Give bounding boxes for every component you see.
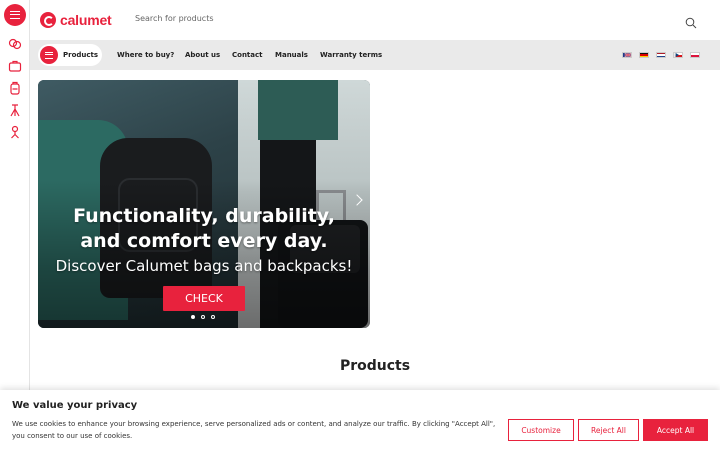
flag-netherlands-icon[interactable] (656, 52, 666, 58)
hamburger-icon (40, 46, 58, 64)
side-rail (0, 0, 30, 450)
language-switcher (622, 52, 700, 58)
accept-all-button[interactable]: Accept All (643, 419, 708, 441)
nav-contact[interactable]: Contact (232, 51, 263, 59)
hero-headline-line-1: Functionality, durability, (73, 205, 335, 227)
cookie-title: We value your privacy (12, 400, 138, 411)
cookie-consent-banner: We value your privacy We use cookies to … (0, 390, 720, 450)
hamburger-icon[interactable] (4, 4, 26, 26)
flag-uk-icon[interactable] (622, 52, 632, 58)
products-section-title: Products (339, 358, 411, 374)
search-icon[interactable] (685, 14, 697, 29)
light-stand-icon[interactable] (8, 124, 22, 139)
products-menu-button[interactable]: Products (38, 44, 102, 66)
header: calumet Search for products (30, 0, 720, 40)
nav-manuals[interactable]: Manuals (275, 51, 308, 59)
products-menu-label: Products (63, 51, 99, 59)
hero-check-button[interactable]: CHECK (163, 286, 245, 311)
hero-headline-line-2: and comfort every day. (80, 230, 328, 252)
hero-subline: Discover Calumet bags and backpacks! (55, 257, 353, 275)
reject-all-button[interactable]: Reject All (578, 419, 639, 441)
flag-poland-icon[interactable] (690, 52, 700, 58)
carousel-dot-3[interactable] (211, 315, 215, 319)
flag-czech-icon[interactable] (673, 52, 683, 58)
nav-about-us[interactable]: About us (185, 51, 220, 59)
calumet-logo[interactable]: calumet (40, 10, 112, 30)
carousel-dots (191, 315, 215, 319)
carousel-dot-2[interactable] (201, 315, 205, 319)
briefcase-icon[interactable] (8, 58, 22, 72)
cookie-text: We use cookies to enhance your browsing … (12, 420, 496, 440)
logo-mark-icon (40, 12, 56, 28)
search-input[interactable]: Search for products (135, 14, 214, 23)
nav-where-to-buy[interactable]: Where to buy? (117, 51, 174, 59)
main-nav: Products Where to buy? About us Contact … (30, 40, 720, 70)
flag-germany-icon[interactable] (639, 52, 649, 58)
nav-warranty-terms[interactable]: Warranty terms (320, 51, 382, 59)
camera-link-icon[interactable] (8, 36, 22, 50)
carousel-dot-1[interactable] (191, 315, 195, 319)
customize-button[interactable]: Customize (508, 419, 574, 441)
backpack-icon[interactable] (8, 80, 22, 95)
logo-text: calumet (60, 12, 112, 28)
tripod-icon[interactable] (8, 102, 22, 117)
